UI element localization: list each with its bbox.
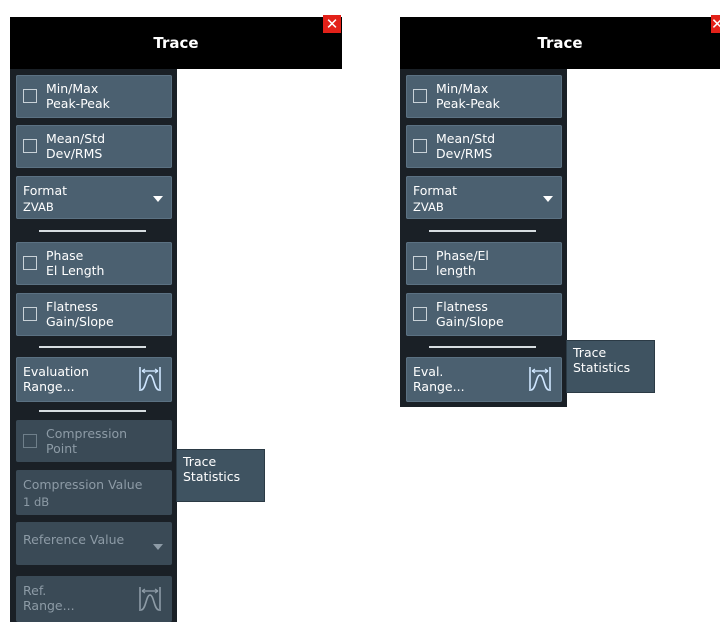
phase-label: Phase El Length (46, 248, 105, 278)
compression-value-label: Compression Value (23, 477, 143, 492)
checkbox-icon[interactable] (23, 307, 37, 321)
format-value: ZVAB (413, 200, 444, 214)
format-label: Format (23, 183, 68, 198)
left-panel-title: Trace (153, 34, 199, 52)
flatness-toggle-button[interactable]: Flatness Gain/Slope (406, 293, 562, 336)
checkbox-icon[interactable] (413, 139, 427, 153)
evaluation-range-button[interactable]: Eval. Range... (406, 357, 562, 402)
meanstd-toggle-button[interactable]: Mean/Std Dev/RMS (406, 125, 562, 168)
compression-value: 1 dB (23, 495, 50, 509)
format-dropdown[interactable]: Format ZVAB (16, 176, 172, 219)
evaluation-range-label: Evaluation Range... (23, 364, 89, 394)
dropdown-caret-icon (543, 196, 553, 202)
minmax-toggle-button[interactable]: Min/Max Peak-Peak (16, 75, 172, 118)
separator (429, 230, 536, 232)
left-close-icon[interactable]: ✕ (323, 15, 341, 33)
dropdown-caret-icon (153, 196, 163, 202)
flatness-label: Flatness Gain/Slope (46, 299, 114, 329)
right-panel-title: Trace (537, 34, 583, 52)
separator (39, 410, 146, 412)
reference-value-dropdown[interactable]: Reference Value (16, 522, 172, 565)
trace-statistics-tab[interactable]: Trace Statistics (176, 449, 265, 502)
flatness-toggle-button[interactable]: Flatness Gain/Slope (16, 293, 172, 336)
flatness-label: Flatness Gain/Slope (436, 299, 504, 329)
right-title-bar: Trace (400, 17, 720, 69)
compression-point-label: Compression Point (46, 426, 128, 456)
checkbox-icon[interactable] (413, 89, 427, 103)
range-icon (529, 367, 551, 391)
evaluation-range-button[interactable]: Evaluation Range... (16, 357, 172, 402)
minmax-toggle-button[interactable]: Min/Max Peak-Peak (406, 75, 562, 118)
phase-label: Phase/El length (436, 248, 489, 278)
compression-point-button[interactable]: Compression Point (16, 420, 172, 462)
ref-range-button[interactable]: Ref. Range... (16, 576, 172, 622)
format-value: ZVAB (23, 200, 54, 214)
phase-toggle-button[interactable]: Phase/El length (406, 242, 562, 285)
separator (429, 346, 536, 348)
trace-statistics-label: Trace Statistics (183, 454, 241, 484)
checkbox-icon[interactable] (413, 307, 427, 321)
phase-toggle-button[interactable]: Phase El Length (16, 242, 172, 285)
format-dropdown[interactable]: Format ZVAB (406, 176, 562, 219)
checkbox-icon[interactable] (23, 139, 37, 153)
compression-value-field[interactable]: Compression Value 1 dB (16, 470, 172, 515)
meanstd-label: Mean/Std Dev/RMS (46, 131, 106, 161)
right-close-icon[interactable]: ✕ (711, 15, 720, 33)
meanstd-label: Mean/Std Dev/RMS (436, 131, 496, 161)
minmax-label: Min/Max Peak-Peak (436, 81, 500, 111)
reference-value-label: Reference Value (23, 532, 125, 547)
trace-statistics-label: Trace Statistics (573, 345, 631, 375)
minmax-label: Min/Max Peak-Peak (46, 81, 110, 111)
left-title-bar: Trace (10, 17, 342, 69)
evaluation-range-label: Eval. Range... (413, 364, 465, 394)
range-icon (139, 367, 161, 391)
dropdown-caret-icon (153, 544, 163, 550)
trace-statistics-tab[interactable]: Trace Statistics (566, 340, 655, 393)
checkbox-icon[interactable] (23, 256, 37, 270)
separator (39, 230, 146, 232)
checkbox-icon[interactable] (23, 434, 37, 448)
format-label: Format (413, 183, 458, 198)
separator (39, 346, 146, 348)
range-icon (139, 587, 161, 611)
checkbox-icon[interactable] (23, 89, 37, 103)
checkbox-icon[interactable] (413, 256, 427, 270)
ref-range-label: Ref. Range... (23, 583, 75, 613)
meanstd-toggle-button[interactable]: Mean/Std Dev/RMS (16, 125, 172, 168)
